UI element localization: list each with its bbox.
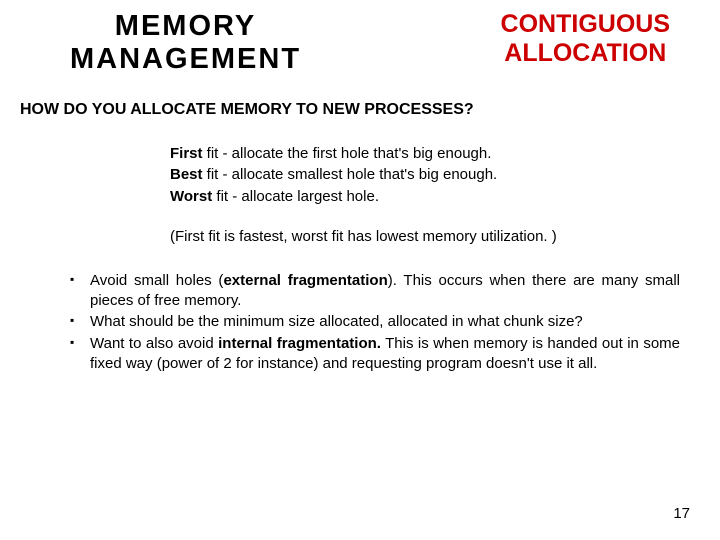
fit-desc: fit - allocate the first hole that's big… [203,145,492,162]
title-left-line1: MEMORY [115,10,256,42]
question-heading: HOW DO YOU ALLOCATE MEMORY TO NEW PROCES… [20,101,690,119]
title-right-line2: ALLOCATION [504,39,666,67]
fit-desc: fit - allocate largest hole. [212,188,379,205]
list-item: Avoid small holes (external fragmentatio… [70,271,680,312]
bullet-list: Avoid small holes (external fragmentatio… [70,271,680,374]
title-right-line1: CONTIGUOUS [501,10,670,38]
list-item: What should be the minimum size allocate… [70,312,680,332]
fit-item-best: Best fit - allocate smallest hole that's… [170,164,690,186]
fit-name: Worst [170,188,212,205]
bullet-text-pre: Want to also avoid [90,335,218,352]
bullet-text-pre: Avoid small holes ( [90,272,223,289]
bullet-text-bold: internal fragmentation. [218,335,381,352]
title-left: MEMORY MANAGEMENT [30,10,301,77]
bullet-text-pre: What should be the minimum size allocate… [90,313,583,330]
fit-name: Best [170,166,203,183]
title-right: CONTIGUOUS ALLOCATION [501,10,690,68]
fit-strategies-list: First fit - allocate the first hole that… [170,143,690,208]
fit-item-first: First fit - allocate the first hole that… [170,143,690,165]
fit-name: First [170,145,203,162]
page-number: 17 [673,505,690,522]
fit-item-worst: Worst fit - allocate largest hole. [170,186,690,208]
fit-note: (First fit is fastest, worst fit has low… [170,228,690,245]
bullet-text-bold: external fragmentation [223,272,387,289]
slide-header: MEMORY MANAGEMENT CONTIGUOUS ALLOCATION [30,10,690,77]
list-item: Want to also avoid internal fragmentatio… [70,334,680,375]
title-left-line2: MANAGEMENT [70,43,301,75]
fit-desc: fit - allocate smallest hole that's big … [203,166,498,183]
